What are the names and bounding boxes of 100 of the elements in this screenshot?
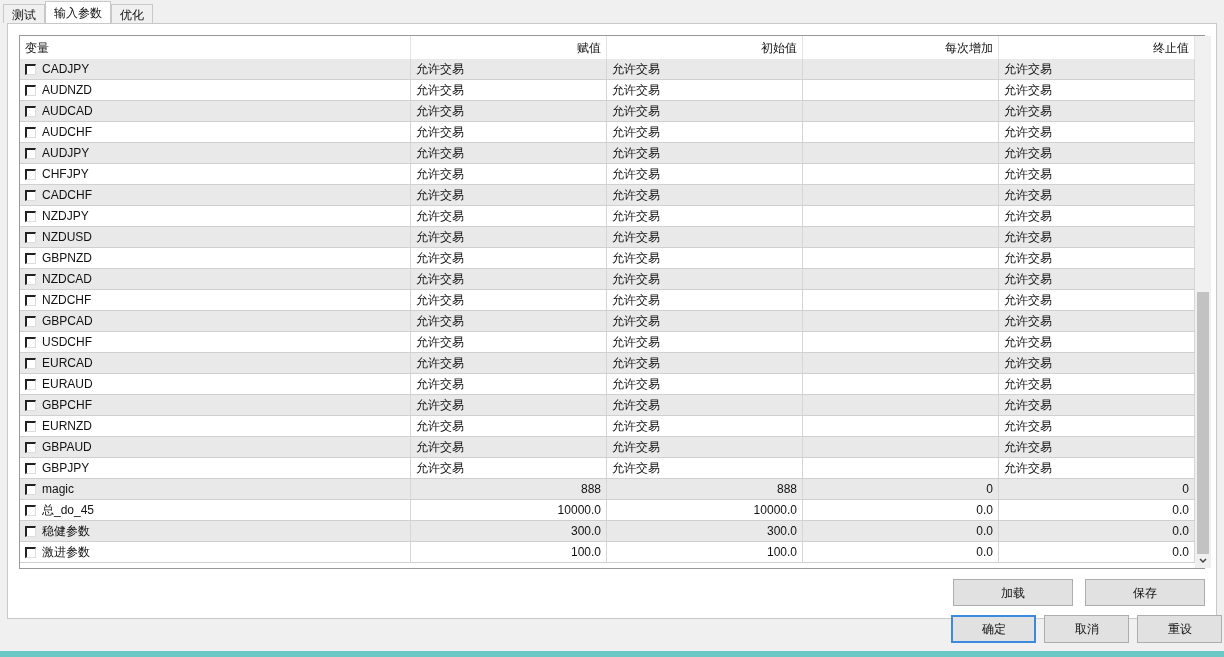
table-cell-text: 允许交易: [416, 124, 464, 141]
table-cell-text: NZDCHF: [42, 292, 92, 309]
table-cell-text: 允许交易: [416, 355, 464, 372]
checkbox[interactable]: [25, 399, 36, 411]
checkbox[interactable]: [25, 357, 36, 369]
table-cell-text: 允许交易: [416, 61, 464, 78]
table-cell-text: 允许交易: [612, 124, 660, 141]
table-cell-text: 允许交易: [416, 292, 464, 309]
table-cell-text: 0: [1182, 481, 1189, 498]
table-cell-text: 允许交易: [416, 397, 464, 414]
table-cell-text: 稳健参数: [42, 523, 90, 540]
table-cell-text: 激进参数: [42, 544, 90, 561]
table-cell-text: AUDNZD: [42, 82, 92, 99]
table-cell-text: 允许交易: [1004, 187, 1052, 204]
tab[interactable]: 测试: [3, 4, 45, 23]
checkbox[interactable]: [25, 525, 36, 537]
checkbox[interactable]: [25, 273, 36, 285]
checkbox[interactable]: [25, 189, 36, 201]
table-cell-text: 允许交易: [416, 460, 464, 477]
table-cell-text: 允许交易: [1004, 82, 1052, 99]
table-cell-text: 允许交易: [612, 82, 660, 99]
table-cell-text: 888: [776, 481, 797, 498]
table-cell-text: 允许交易: [612, 229, 660, 246]
table-cell-text: 允许交易: [416, 166, 464, 183]
scrollbar[interactable]: [1195, 36, 1211, 568]
checkbox[interactable]: [25, 126, 36, 138]
table-cell-text: EURAUD: [42, 376, 93, 393]
table-cell-text: 允许交易: [612, 208, 660, 225]
checkbox[interactable]: [25, 210, 36, 222]
checkbox[interactable]: [25, 483, 36, 495]
checkbox[interactable]: [25, 105, 36, 117]
table-cell-text: 允许交易: [1004, 103, 1052, 120]
table-cell-text: NZDCAD: [42, 271, 92, 288]
panel-button[interactable]: 加载: [953, 579, 1073, 606]
tab[interactable]: 优化: [111, 4, 153, 23]
checkbox[interactable]: [25, 441, 36, 453]
table-cell-text: magic: [42, 481, 74, 498]
table-cell-text: 允许交易: [1004, 376, 1052, 393]
table-cell-text: 300.0: [766, 523, 797, 540]
table-cell-text: 允许交易: [416, 439, 464, 456]
table-cell-text: 允许交易: [416, 313, 464, 330]
checkbox[interactable]: [25, 504, 36, 516]
table-cell-text: 允许交易: [416, 271, 464, 288]
checkbox[interactable]: [25, 147, 36, 159]
panel-button[interactable]: 保存: [1085, 579, 1205, 606]
table-cell-text: 100.0: [766, 544, 797, 561]
table-cell-text: 0.0: [976, 502, 993, 519]
table-cell-text: 允许交易: [416, 145, 464, 162]
table-cell-text: 允许交易: [1004, 124, 1052, 141]
table-cell-text: 允许交易: [612, 61, 660, 78]
table-cell-text: 允许交易: [612, 187, 660, 204]
table-cell-text: 允许交易: [1004, 439, 1052, 456]
dialog-button[interactable]: 确定: [951, 615, 1036, 643]
table-cell-text: 10000.0: [753, 502, 797, 519]
checkbox[interactable]: [25, 252, 36, 264]
table-cell-text: 允许交易: [1004, 355, 1052, 372]
checkbox[interactable]: [25, 336, 36, 348]
table-cell-text: USDCHF: [42, 334, 92, 351]
checkbox[interactable]: [25, 315, 36, 327]
table-cell-text: 允许交易: [416, 187, 464, 204]
table-cell-text: 允许交易: [1004, 397, 1052, 414]
table-cell-text: 允许交易: [612, 250, 660, 267]
checkbox[interactable]: [25, 546, 36, 558]
scrollbar-thumb[interactable]: [1197, 292, 1209, 554]
checkbox[interactable]: [25, 63, 36, 75]
table-cell-text: 允许交易: [1004, 61, 1052, 78]
table-cell-text: 允许交易: [612, 313, 660, 330]
table-cell-text: 允许交易: [1004, 166, 1052, 183]
table-cell-text: 允许交易: [612, 355, 660, 372]
table-cell-text: 允许交易: [416, 82, 464, 99]
checkbox[interactable]: [25, 168, 36, 180]
table-cell-text: AUDCHF: [42, 124, 92, 141]
tab[interactable]: 输入参数: [45, 1, 111, 23]
table-cell-text: EURCAD: [42, 355, 93, 372]
checkbox[interactable]: [25, 231, 36, 243]
dialog-button[interactable]: 取消: [1044, 615, 1129, 643]
table-cell-text: 0.0: [976, 523, 993, 540]
table-cell-text: AUDJPY: [42, 145, 90, 162]
table-cell-text: 允许交易: [1004, 292, 1052, 309]
checkbox[interactable]: [25, 294, 36, 306]
checkbox[interactable]: [25, 378, 36, 390]
table-cell-text: 100.0: [570, 544, 601, 561]
table-cell-text: 允许交易: [612, 103, 660, 120]
table-cell-text: 允许交易: [416, 103, 464, 120]
table-cell-text: 允许交易: [1004, 334, 1052, 351]
table-cell-text: 允许交易: [416, 334, 464, 351]
table-cell-text: NZDUSD: [42, 229, 92, 246]
table-cell-text: 0.0: [1172, 502, 1189, 519]
table-cell-text: 允许交易: [612, 460, 660, 477]
table-cell-text: 允许交易: [1004, 229, 1052, 246]
checkbox[interactable]: [25, 462, 36, 474]
table-cell-text: 允许交易: [1004, 313, 1052, 330]
scroll-down-icon[interactable]: [1198, 557, 1208, 565]
table-cell-text: 10000.0: [557, 502, 601, 519]
table-cell-text: GBPJPY: [42, 460, 90, 477]
checkbox[interactable]: [25, 84, 36, 96]
table-cell-text: 允许交易: [612, 418, 660, 435]
dialog-button[interactable]: 重设: [1137, 615, 1222, 643]
checkbox[interactable]: [25, 420, 36, 432]
table-cell-text: 允许交易: [612, 145, 660, 162]
